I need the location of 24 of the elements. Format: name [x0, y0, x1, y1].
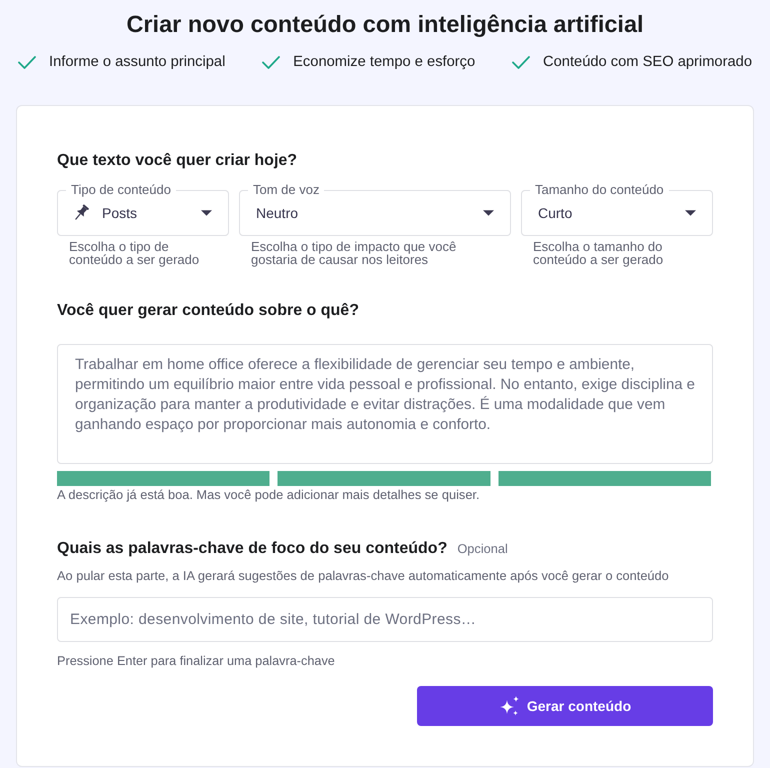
helper-text: Escolha o tipo de conteúdo a ser gerado — [68, 240, 200, 266]
caret-icon — [483, 210, 494, 216]
feedback-text: A descrição já está boa. Mas você pode adicionar mais detalhes se quiser. — [57, 488, 481, 502]
description-textarea[interactable]: Trabalhar em home office oferece a flexibilidade de gerenciar seu tempo e ambiente, permitindo um equilíbrio maior entre vida pessoal e profissional. No entanto, exige disciplina e organização para manter a produtividade e evitar distrações. É uma modalidade que vem ganhando espaço por proporcionar mais autonomia e conforto. — [57, 344, 713, 464]
check-icon — [262, 56, 280, 68]
caret-icon — [201, 210, 212, 216]
benefit-text: Informe o assunto principal — [49, 53, 226, 72]
optional-label: Opcional — [457, 542, 508, 556]
page-title: Criar novo conteúdo com inteligência artificial — [125, 10, 645, 39]
benefit-text: Economize tempo e esforço — [293, 53, 476, 72]
section-heading: Que texto você quer criar hoje? — [57, 151, 298, 171]
sparkle-icon — [498, 695, 521, 717]
caret-icon — [685, 210, 696, 216]
check-icon — [18, 56, 36, 68]
hint-text: Pressione Enter para finalizar uma palavra-chave — [57, 654, 336, 668]
keyword-input[interactable]: Exemplo: desenvolvimento de site, tutorial de WordPress… — [57, 597, 713, 642]
helper-text: Escolha o tamanho do conteúdo a ser gerado — [532, 240, 664, 266]
benefit-text: Conteúdo com SEO aprimorado — [543, 53, 752, 72]
generate-button[interactable]: Gerar conteúdo — [417, 686, 713, 726]
section-heading: Quais as palavras-chave de foco do seu conteúdo? — [57, 539, 448, 559]
check-icon — [512, 56, 530, 68]
helper-text: Escolha o tipo de impacto que você gostaria de causar nos leitores — [250, 240, 458, 266]
section-heading: Você quer gerar conteúdo sobre o quê? — [57, 301, 360, 321]
note-text: Ao pular esta parte, a IA gerará sugestões de palavras-chave automaticamente após você gerar o conteúdo — [57, 569, 670, 583]
